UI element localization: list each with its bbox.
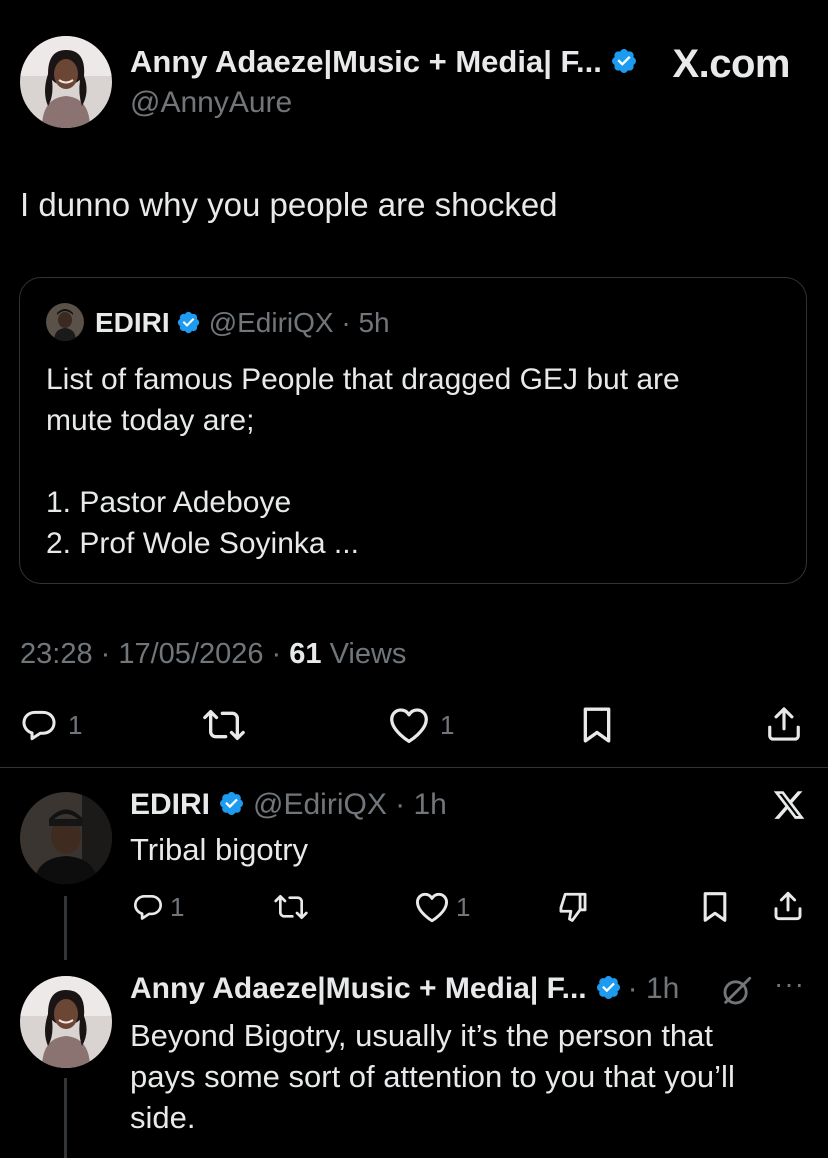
reply-1-reply-count: 1 (170, 891, 185, 922)
dislike-icon (559, 892, 587, 922)
views-label: Views (329, 638, 407, 670)
quoted-text-line: List of famous People that dragged GEJ b… (46, 363, 680, 396)
verified-badge-icon (596, 975, 620, 999)
reply-2-author-avatar[interactable] (20, 976, 112, 1068)
quoted-author-handle[interactable]: @EdiriQX · 5h (209, 307, 390, 338)
reply-1-reply-button[interactable]: 1 (132, 891, 184, 923)
reply-2-header: Anny Adaeze|Music + Media| F... · 1h (130, 972, 679, 1006)
share-button[interactable] (765, 704, 803, 744)
reply-2-text-line: pays some sort of attention to you that … (130, 1059, 735, 1094)
author-avatar[interactable] (20, 36, 112, 128)
grok-icon[interactable] (720, 974, 754, 1008)
tweet-text: I dunno why you people are shocked (20, 186, 558, 223)
bookmark-button[interactable] (580, 705, 614, 745)
reply-author-name[interactable]: EDIRI (130, 788, 210, 821)
brand-logo: X.com (672, 42, 790, 86)
quoted-author-avatar[interactable] (46, 303, 84, 341)
retweet-button[interactable] (202, 705, 246, 745)
author-handle[interactable]: @AnnyAure (130, 86, 292, 120)
quoted-text-blank-line (46, 441, 786, 482)
reply-icon (134, 895, 162, 920)
reply-text: Tribal bigotry (130, 832, 309, 867)
more-options-button[interactable]: ··· (774, 968, 805, 1000)
reply-1-retweet-button[interactable] (272, 891, 310, 923)
reply-1-dislike-button[interactable] (556, 890, 590, 924)
x-logo-icon (773, 791, 805, 819)
like-button[interactable]: 1 (388, 706, 454, 744)
retweet-icon (203, 710, 245, 740)
reply-2-text: Beyond Bigotry, usually it’s the person … (130, 1015, 810, 1138)
verified-badge-icon (219, 791, 244, 815)
author-name-text: Anny Adaeze|Music + Media| F... (130, 44, 602, 79)
author-name[interactable]: Anny Adaeze|Music + Media| F... (130, 44, 638, 80)
bookmark-icon (583, 707, 611, 743)
quoted-author-name[interactable]: EDIRI (95, 307, 170, 338)
tweet-meta: 23:28 · 17/05/2026 · 61 Views (20, 638, 406, 671)
heart-icon (416, 892, 448, 923)
thread-connector (64, 896, 67, 960)
reply-count: 1 (68, 709, 83, 740)
reply-author-handle[interactable]: @EdiriQX · 1h (253, 788, 447, 821)
reply-button[interactable]: 1 (20, 706, 82, 744)
reply-2-time[interactable]: · 1h (628, 972, 680, 1005)
reply-1-share-button[interactable] (772, 889, 804, 923)
quoted-text-line: 1. Pastor Adeboye (46, 486, 292, 519)
thread-connector (64, 1078, 67, 1158)
verified-badge-icon (611, 48, 636, 73)
reply-1-like-count: 1 (456, 891, 471, 922)
retweet-icon (274, 895, 308, 919)
reply-1-like-button[interactable]: 1 (414, 891, 470, 923)
reply-1-bookmark-button[interactable] (701, 890, 729, 924)
reply-icon (22, 710, 56, 741)
views-count: 61 (289, 638, 322, 670)
quoted-text-line: 2. Prof Wole Soyinka ... (46, 527, 359, 560)
share-icon (768, 707, 800, 741)
reply-author-avatar[interactable] (20, 792, 112, 884)
bookmark-icon (703, 892, 727, 922)
reply-header: EDIRI @EdiriQX · 1h (130, 788, 447, 822)
reply-2-text-line: side. (130, 1100, 196, 1135)
tweet-timestamp[interactable]: 23:28 · 17/05/2026 · (20, 638, 281, 670)
section-divider (0, 767, 828, 768)
quoted-tweet-header: EDIRI @EdiriQX · 5h (95, 307, 390, 339)
like-count: 1 (440, 709, 455, 740)
tweet-screenshot: Anny Adaeze|Music + Media| F... @AnnyAur… (0, 0, 828, 1158)
share-icon (774, 891, 802, 921)
verified-badge-icon (177, 311, 199, 334)
reply-2-text-line: Beyond Bigotry, usually it’s the person … (130, 1018, 714, 1053)
quoted-text-line: mute today are; (46, 404, 255, 437)
reply-2-author-name[interactable]: Anny Adaeze|Music + Media| F... (130, 972, 587, 1005)
quoted-tweet-text: List of famous People that dragged GEJ b… (46, 359, 786, 564)
heart-icon (390, 708, 428, 744)
